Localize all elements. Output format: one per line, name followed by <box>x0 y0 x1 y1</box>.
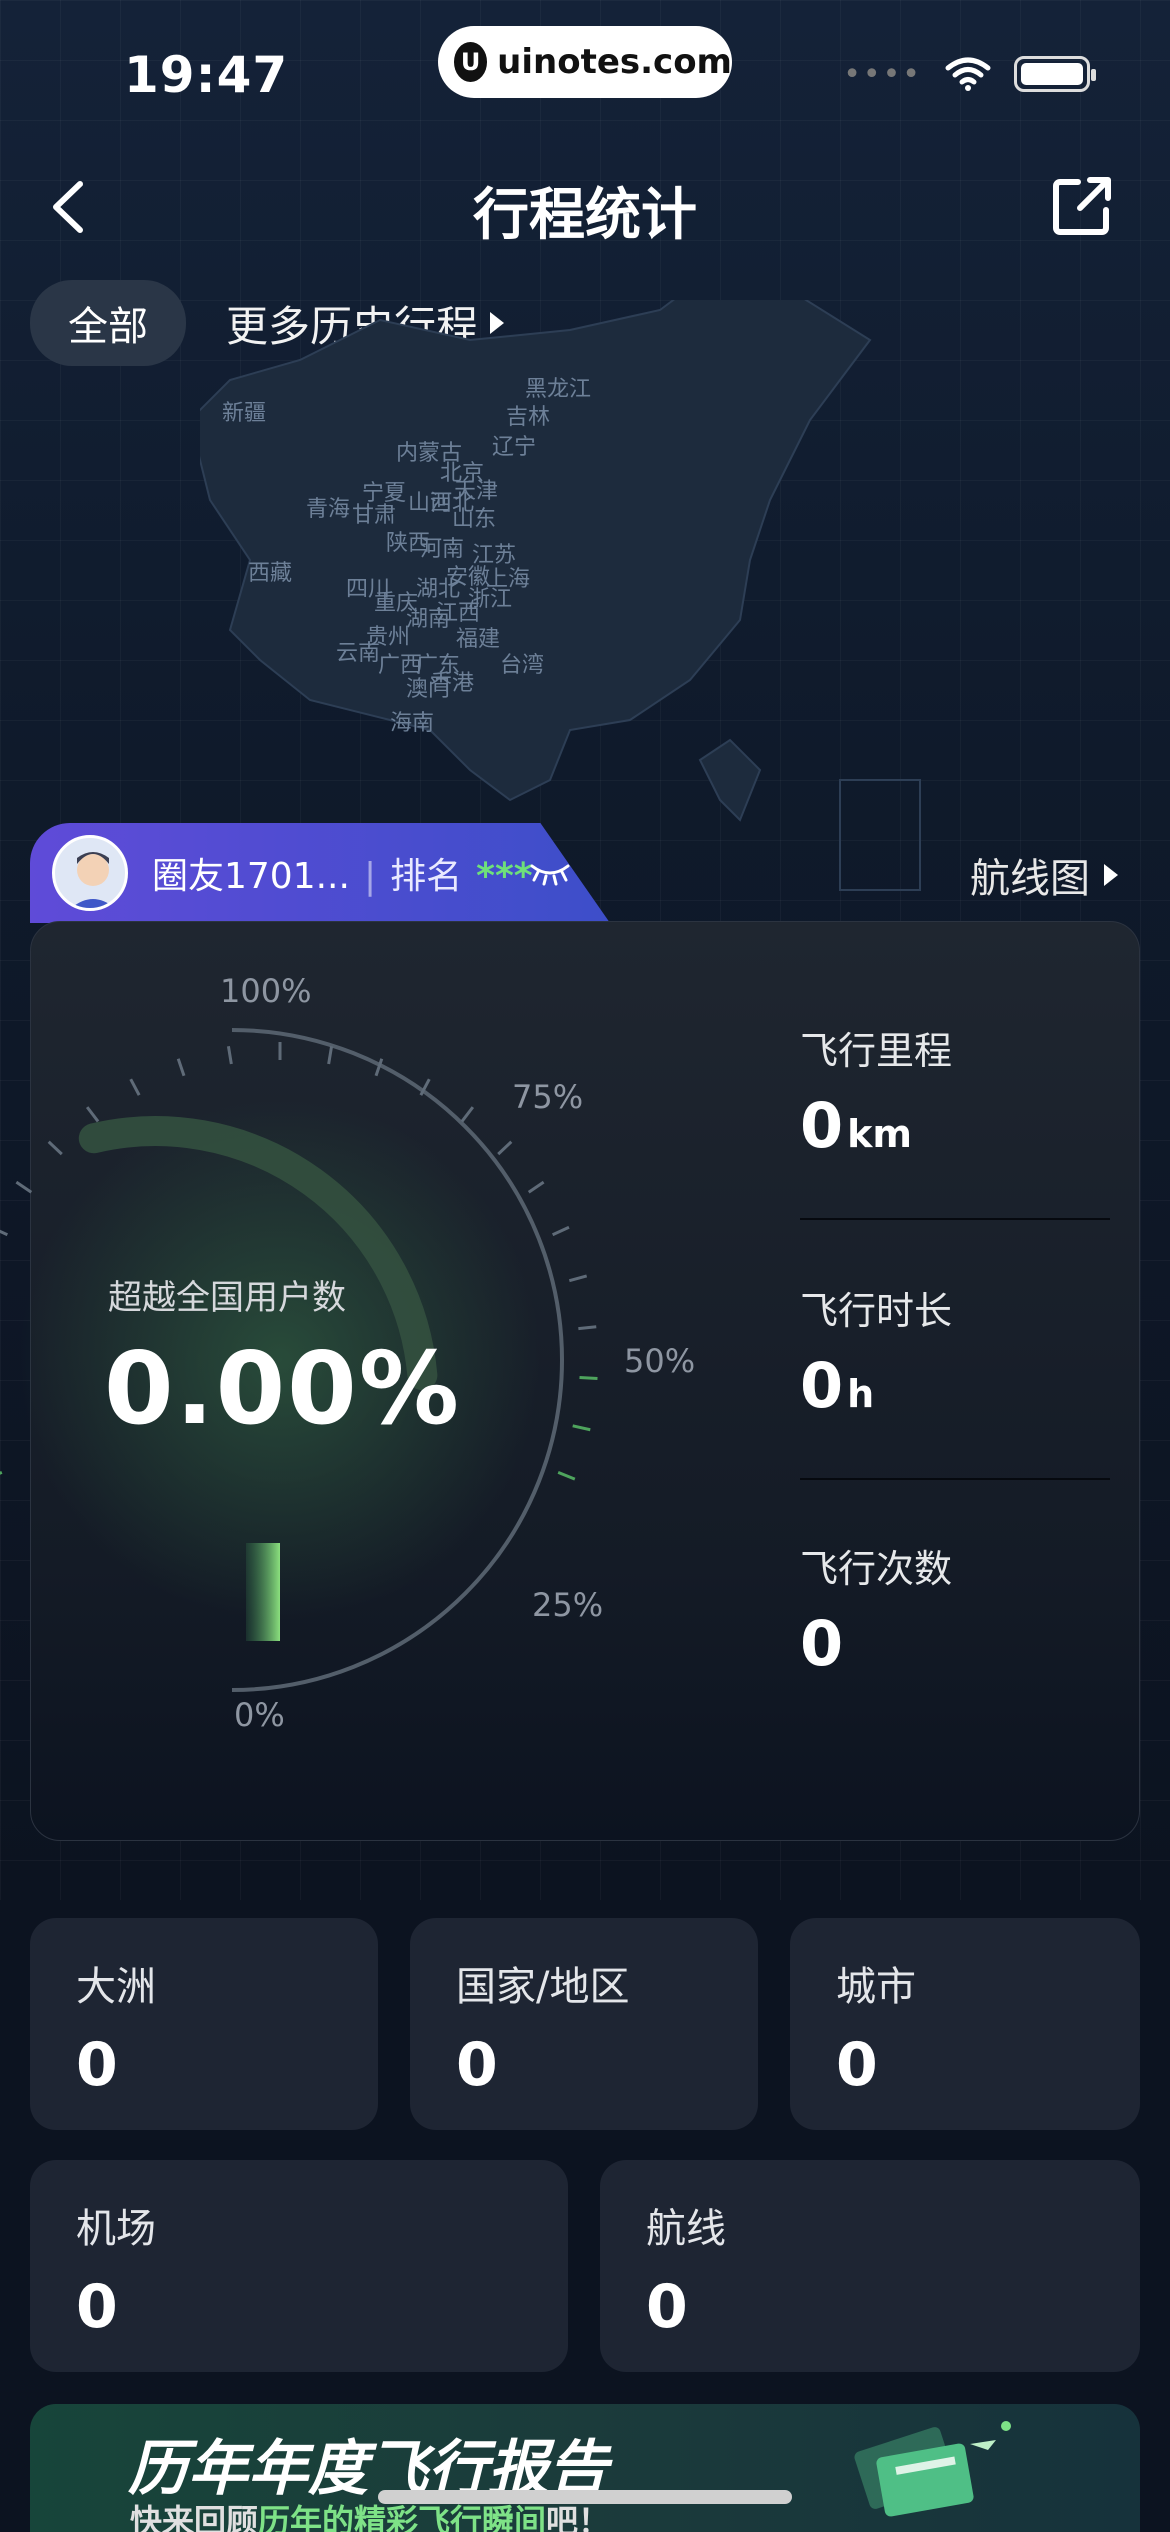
map-label: 江西 <box>436 601 480 626</box>
page-title: 行程统计 <box>473 183 697 248</box>
map-label: 台湾 <box>500 653 544 678</box>
boarding-pass-illustration-icon <box>854 2421 1011 2517</box>
tile-label: 机场 <box>76 2206 156 2252</box>
metric-flight-count: 飞行次数 0 <box>800 1538 1110 1680</box>
map-label: 山西 <box>408 491 452 516</box>
map-label: 吉林 <box>506 405 550 430</box>
metric-value: 0h <box>800 1349 1110 1422</box>
metric-number: 0 <box>800 1607 844 1680</box>
map-label: 宁夏 <box>362 481 406 506</box>
map-label: 澳门 <box>406 677 450 702</box>
tile-value: 0 <box>646 2272 688 2342</box>
map-label: 新疆 <box>222 401 266 426</box>
banner-sub-highlight: 历年的精彩飞行瞬间 <box>258 2502 547 2532</box>
banner-sub-suffix: 吧！ <box>546 2502 611 2532</box>
tile-value: 0 <box>76 2272 118 2342</box>
map-label: 山东 <box>452 507 496 532</box>
metric-unit: h <box>847 1372 875 1416</box>
metric-label: 飞行里程 <box>800 1029 953 1073</box>
nav-bar: 行程统计 <box>0 160 1170 250</box>
banner-sub-prefix: 快来回顾 <box>130 2502 259 2532</box>
map-label: 湖北 <box>416 577 460 602</box>
metric-label: 飞行次数 <box>800 1547 953 1591</box>
battery-icon <box>1014 56 1096 92</box>
beat-percentile-value: 0.00% <box>104 1330 461 1447</box>
status-time: 19:47 <box>124 46 289 104</box>
divider <box>800 1218 1110 1220</box>
tile-value: 0 <box>836 2030 878 2100</box>
metric-unit: km <box>847 1112 913 1156</box>
route-map-label: 航线图 <box>970 856 1090 902</box>
tile-label: 航线 <box>646 2206 726 2252</box>
map-label: 西藏 <box>248 561 292 586</box>
map-label: 辽宁 <box>492 435 536 460</box>
tile-label: 大洲 <box>76 1964 156 2010</box>
map-label: 福建 <box>456 627 500 652</box>
map-label: 青海 <box>306 497 350 522</box>
tile-value: 0 <box>76 2030 118 2100</box>
tile-value: 0 <box>456 2030 498 2100</box>
tile-routes[interactable]: 航线 0 <box>600 2160 1140 2372</box>
china-map: 新疆 西藏 青海 甘肃 宁夏 内蒙古 黑龙江 吉林 辽宁 北京 天津 河北 山西… <box>200 300 921 891</box>
tile-continents[interactable]: 大洲 0 <box>30 1918 378 2130</box>
tile-countries[interactable]: 国家/地区 0 <box>410 1918 758 2130</box>
tile-airports[interactable]: 机场 0 <box>30 2160 568 2372</box>
tile-cities[interactable]: 城市 0 <box>790 1918 1140 2130</box>
map-label: 甘肃 <box>352 503 396 528</box>
caret-right-icon <box>1104 864 1118 886</box>
metric-flight-distance: 飞行里程 0 km <box>800 1020 1110 1162</box>
map-label: 黑龙江 <box>525 377 591 402</box>
eye-closed-icon[interactable] <box>530 858 570 886</box>
status-icons: •••• <box>843 56 1096 92</box>
uinotes-logo-icon: U <box>454 42 488 82</box>
share-icon[interactable] <box>1050 174 1114 238</box>
user-name: 圈友1701... <box>152 856 350 897</box>
rank-value: *** <box>476 856 533 897</box>
metric-label: 飞行时长 <box>800 1289 953 1333</box>
tile-label: 国家/地区 <box>456 1964 630 2010</box>
metric-value: 0 <box>800 1607 1110 1680</box>
rank-label: 排名 <box>390 856 463 897</box>
status-bar: 19:47 U uinotes.com •••• <box>0 0 1170 130</box>
signal-icon: •••• <box>843 56 922 92</box>
map-label: 河南 <box>420 537 464 562</box>
metric-flight-duration: 飞行时长 0h <box>800 1280 1110 1422</box>
tile-label: 城市 <box>836 1964 916 2010</box>
metric-number: 0 <box>800 1089 844 1162</box>
metric-value: 0 km <box>800 1089 1110 1162</box>
wifi-icon <box>945 57 991 91</box>
map-label: 海南 <box>390 711 434 736</box>
metric-number: 0 <box>800 1349 844 1422</box>
avatar[interactable] <box>52 835 128 911</box>
watermark-pill: U uinotes.com <box>438 26 732 98</box>
filter-all-chip[interactable]: 全部 <box>30 280 186 366</box>
watermark-text: uinotes.com <box>497 42 732 82</box>
home-indicator <box>378 2490 792 2504</box>
user-rank: | 排名 *** <box>364 856 533 897</box>
map-label: 云南 <box>336 641 380 666</box>
beat-percentile-label: 超越全国用户数 <box>108 1278 346 1318</box>
route-map-link[interactable]: 航线图 <box>970 846 1118 904</box>
divider <box>800 1478 1110 1480</box>
